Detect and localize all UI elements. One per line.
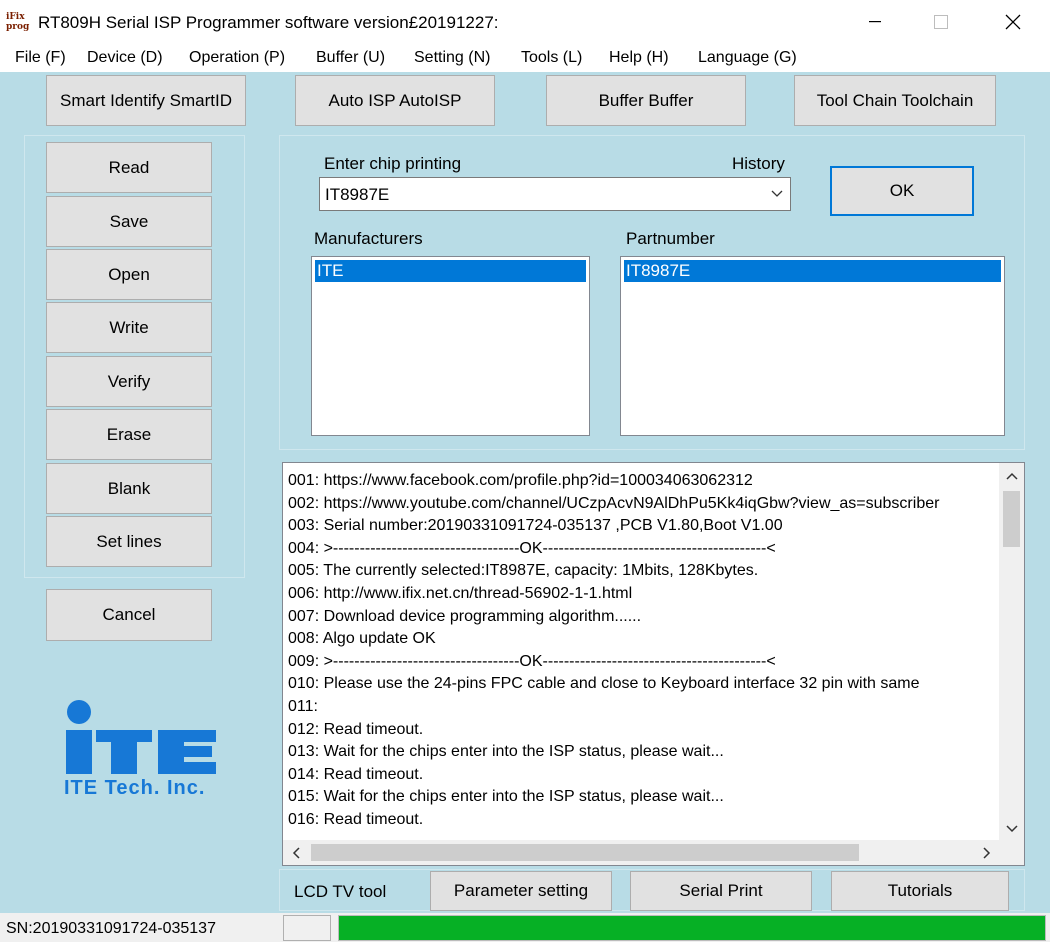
- log-lines: 001: https://www.facebook.com/profile.ph…: [288, 470, 998, 832]
- app-icon: iFix prog: [6, 12, 30, 32]
- chip-printing-combobox[interactable]: IT8987E: [319, 177, 791, 211]
- maximize-button[interactable]: [918, 0, 964, 44]
- cancel-button[interactable]: Cancel: [46, 589, 212, 641]
- minimize-button[interactable]: [852, 0, 898, 44]
- list-item[interactable]: IT8987E: [624, 260, 1001, 282]
- chevron-right-icon: [982, 846, 990, 859]
- log-line: 015: Wait for the chips enter into the I…: [288, 788, 724, 806]
- log-line: 011:: [288, 697, 318, 715]
- chevron-down-icon: [771, 190, 783, 197]
- progress-fill: [339, 916, 1045, 940]
- serial-print-button[interactable]: Serial Print: [630, 871, 812, 911]
- menu-tools[interactable]: Tools (L): [521, 49, 582, 67]
- toolchain-button[interactable]: Tool Chain Toolchain: [794, 75, 996, 126]
- progress-bar: [338, 915, 1046, 941]
- lcd-tv-tool-label: LCD TV tool: [294, 882, 387, 901]
- window-title: RT809H Serial ISP Programmer software ve…: [38, 13, 499, 32]
- log-line: 012: Read timeout.: [288, 720, 424, 738]
- log-line: 002: https://www.youtube.com/channel/UCz…: [288, 494, 940, 512]
- log-output[interactable]: 001: https://www.facebook.com/profile.ph…: [282, 462, 1025, 866]
- open-button[interactable]: Open: [46, 249, 212, 300]
- log-line: 016: Read timeout.: [288, 810, 424, 828]
- vertical-scroll-thumb[interactable]: [1003, 491, 1020, 547]
- log-line: 006: http://www.ifix.net.cn/thread-56902…: [288, 584, 633, 602]
- scroll-down-button[interactable]: [999, 816, 1024, 841]
- menu-language[interactable]: Language (G): [698, 49, 797, 67]
- log-line: 007: Download device programming algorit…: [288, 607, 642, 625]
- set-lines-button[interactable]: Set lines: [46, 516, 212, 567]
- minimize-icon: [869, 21, 881, 23]
- menu-file[interactable]: File (F): [15, 49, 66, 67]
- partnumber-label: Partnumber: [626, 229, 715, 248]
- menu-operation[interactable]: Operation (P): [189, 49, 285, 67]
- scroll-left-button[interactable]: [283, 840, 308, 865]
- scroll-right-button[interactable]: [974, 840, 999, 865]
- status-cell: [283, 915, 331, 941]
- chevron-down-icon: [1005, 824, 1018, 832]
- chip-printing-label: Enter chip printing: [324, 154, 462, 173]
- status-bar: SN:20190331091724-035137: [0, 913, 1050, 942]
- read-button[interactable]: Read: [46, 142, 212, 193]
- log-line: 013: Wait for the chips enter into the I…: [288, 743, 724, 761]
- log-line: 014: Read timeout.: [288, 765, 424, 783]
- list-item[interactable]: ITE: [315, 260, 586, 282]
- log-vertical-scrollbar[interactable]: [999, 463, 1024, 841]
- verify-button[interactable]: Verify: [46, 356, 212, 407]
- write-button[interactable]: Write: [46, 302, 212, 353]
- chevron-up-icon: [1005, 472, 1018, 480]
- log-line: 004: >----------------------------------…: [288, 539, 776, 557]
- blank-button[interactable]: Blank: [46, 463, 212, 514]
- chip-printing-value: IT8987E: [325, 185, 390, 204]
- partnumber-list[interactable]: IT8987E: [620, 256, 1005, 436]
- parameter-setting-button[interactable]: Parameter setting: [430, 871, 612, 911]
- log-horizontal-scrollbar[interactable]: [283, 840, 999, 865]
- erase-button[interactable]: Erase: [46, 409, 212, 460]
- menu-setting[interactable]: Setting (N): [414, 49, 490, 67]
- log-line: 009: >----------------------------------…: [288, 652, 776, 670]
- scroll-up-button[interactable]: [999, 463, 1024, 488]
- log-line: 008: Algo update OK: [288, 630, 436, 648]
- scrollbar-corner: [999, 840, 1024, 865]
- menu-help[interactable]: Help (H): [609, 49, 669, 67]
- serial-number-text: SN:20190331091724-035137: [6, 920, 216, 937]
- manufacturers-label: Manufacturers: [314, 229, 423, 248]
- log-line: 010: Please use the 24-pins FPC cable an…: [288, 675, 920, 693]
- auto-isp-button[interactable]: Auto ISP AutoISP: [295, 75, 495, 126]
- tutorials-button[interactable]: Tutorials: [831, 871, 1009, 911]
- close-button[interactable]: [990, 0, 1036, 44]
- logo-tagline: ITE Tech. Inc.: [64, 777, 206, 799]
- save-button[interactable]: Save: [46, 196, 212, 247]
- main-window: iFix prog RT809H Serial ISP Programmer so…: [0, 0, 1050, 942]
- close-icon: [1005, 14, 1021, 30]
- ok-button[interactable]: OK: [830, 166, 974, 216]
- manufacturers-list[interactable]: ITE: [311, 256, 590, 436]
- buffer-button[interactable]: Buffer Buffer: [546, 75, 746, 126]
- log-line: 005: The currently selected:IT8987E, cap…: [288, 562, 759, 580]
- title-bar: iFix prog RT809H Serial ISP Programmer so…: [0, 0, 1050, 44]
- horizontal-scroll-thumb[interactable]: [311, 844, 859, 861]
- maximize-icon: [934, 15, 948, 29]
- chevron-left-icon: [292, 846, 300, 859]
- log-line: 003: Serial number:20190331091724-035137…: [288, 517, 783, 535]
- smart-identify-button[interactable]: Smart Identify SmartID: [46, 75, 246, 126]
- menu-device[interactable]: Device (D): [87, 49, 163, 67]
- menu-bar: File (F) Device (D) Operation (P) Buffer…: [0, 44, 1050, 72]
- menu-buffer[interactable]: Buffer (U): [316, 49, 385, 67]
- log-line: 001: https://www.facebook.com/profile.ph…: [288, 472, 753, 489]
- history-label: History: [732, 154, 785, 173]
